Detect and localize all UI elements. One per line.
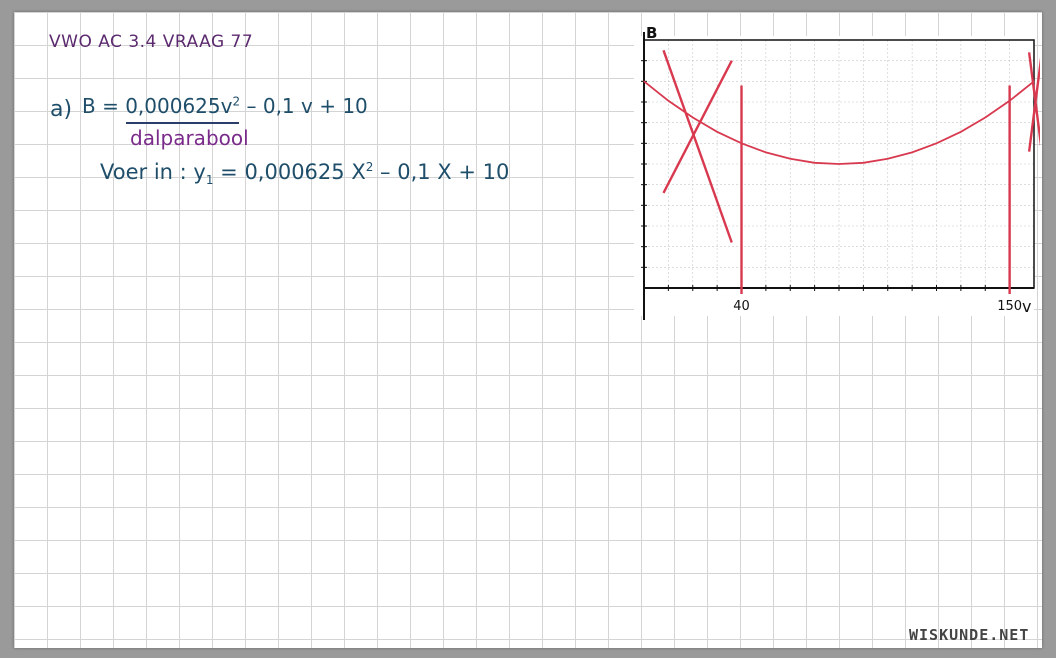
curve-point	[838, 163, 840, 165]
curve-point	[643, 80, 645, 82]
page-title: VWO AC 3.4 VRAAG 77	[49, 32, 254, 52]
curve-point	[716, 131, 718, 133]
curve-point	[765, 151, 767, 154]
curve-point	[984, 116, 986, 119]
calc-y: y	[193, 160, 206, 184]
part-label: a)	[50, 97, 73, 122]
curve-point	[789, 158, 791, 160]
calc-expr-b: – 0,1 X + 10	[380, 160, 510, 184]
calc-y-sub: 1	[205, 173, 214, 188]
sketch-graph-svg: 40 150 Bv	[634, 24, 1043, 320]
formula-rest: – 0,1 v + 10	[246, 94, 368, 118]
x-axis-label: v	[1022, 297, 1031, 316]
curve-point	[911, 151, 913, 154]
curve-point	[814, 162, 816, 164]
plot-background	[634, 36, 1034, 316]
formula-b: B = 0,000625v2 – 0,1 v + 10	[82, 94, 368, 118]
formula-power: 2	[232, 94, 241, 109]
formula-coefficient: 0,000625	[125, 94, 221, 118]
y-axis-label: B	[646, 26, 657, 42]
brand-watermark: WISKUNDE.NET	[909, 626, 1030, 644]
x-tick-label: 150	[997, 299, 1022, 314]
calc-power: 2	[365, 160, 374, 174]
formula-lhs: B =	[82, 94, 119, 118]
grid-paper: VWO AC 3.4 VRAAG 77 a) B = 0,000625v2 – …	[14, 12, 1043, 648]
calc-expr-a: = 0,000625 X	[220, 160, 366, 184]
curve-point	[887, 158, 889, 160]
calculator-instruction: Voer in : y1 = 0,000625 X2 – 0,1 X + 10	[100, 160, 509, 187]
coefficient-underline	[126, 122, 239, 124]
curve-point	[667, 100, 669, 102]
curve-point	[960, 131, 962, 133]
x-tick-label: 40	[733, 299, 750, 314]
formula-var: v	[220, 94, 233, 118]
curve-point	[692, 116, 694, 119]
parabola-type-note: dalparabool	[130, 126, 249, 150]
curve-point	[935, 142, 938, 144]
sketch-graph: 40 150 Bv	[626, 24, 1043, 326]
voer-in-prefix: Voer in :	[100, 160, 187, 184]
curve-point	[862, 162, 864, 164]
